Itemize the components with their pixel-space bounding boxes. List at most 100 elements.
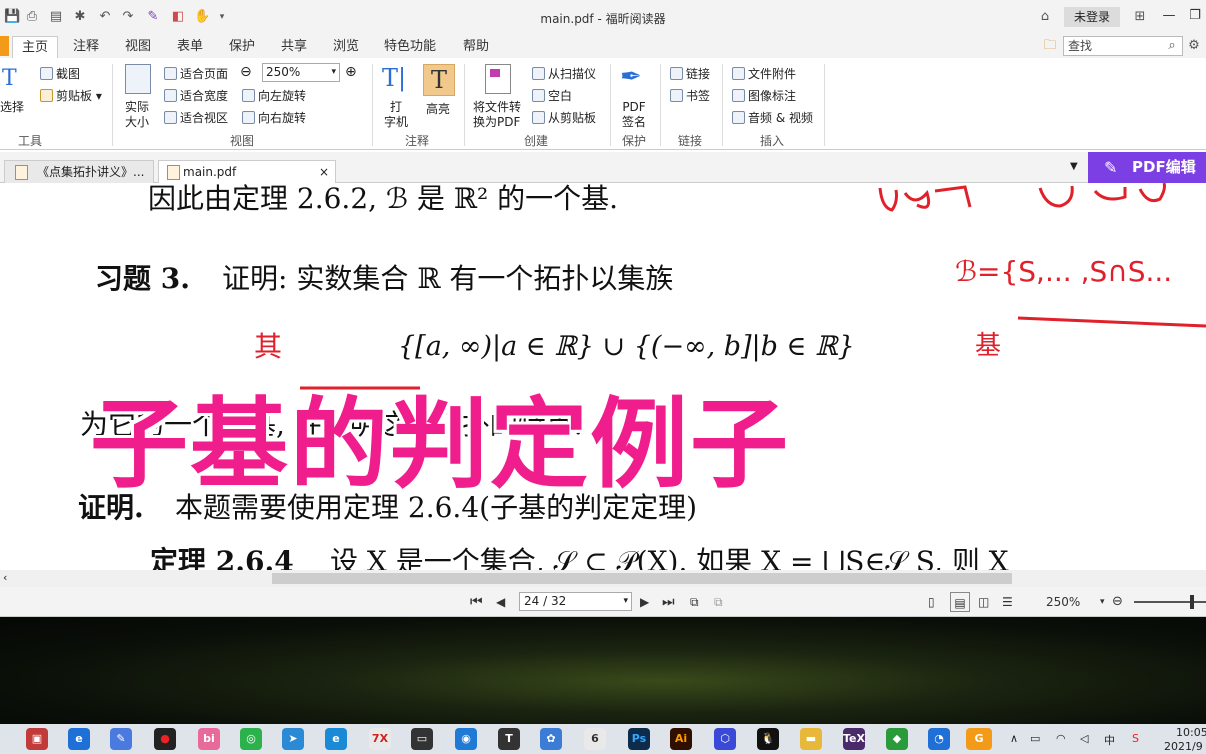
- geogebra-app-icon[interactable]: ⬡: [714, 728, 736, 750]
- login-button[interactable]: 未登录: [1064, 7, 1120, 27]
- single-page-icon[interactable]: ▯: [928, 592, 935, 612]
- app-6-icon[interactable]: 6: [584, 728, 606, 750]
- explorer-app-icon[interactable]: ▬: [800, 728, 822, 750]
- status-zoom-value[interactable]: 250%: [1046, 592, 1080, 612]
- attachment-button[interactable]: 文件附件: [732, 65, 796, 82]
- layout-icon[interactable]: ⊞: [1132, 9, 1148, 25]
- menu-protect[interactable]: 保护: [229, 36, 255, 58]
- image-note-button[interactable]: 图像标注: [732, 87, 796, 104]
- wifi-icon[interactable]: ◠: [1056, 732, 1066, 745]
- shirt-icon[interactable]: ⌂: [1037, 9, 1053, 25]
- foxit-app-icon[interactable]: G: [966, 728, 992, 750]
- actual-size-button[interactable]: 实际 大小: [125, 100, 149, 130]
- menu-form[interactable]: 表单: [177, 36, 203, 58]
- pdf-page[interactable]: 因此由定理 2.6.2, ℬ 是 ℝ² 的一个基. 习题 3. 证明: 实数集合…: [0, 183, 1206, 570]
- search-icon[interactable]: ⌕: [1164, 38, 1180, 54]
- select-button[interactable]: 选择: [0, 98, 24, 115]
- zoom-chevron-down-icon[interactable]: ▾: [1100, 592, 1105, 612]
- puzzle-app-icon[interactable]: ✿: [540, 728, 562, 750]
- highlight-button[interactable]: 高亮: [426, 100, 450, 117]
- tray-expand-icon[interactable]: ∧: [1010, 732, 1018, 745]
- typewriter-button[interactable]: 打字机: [384, 100, 408, 130]
- screenshot-button[interactable]: 截图: [40, 65, 80, 82]
- bilibili-app-icon[interactable]: bi: [198, 728, 220, 750]
- shop-app-icon[interactable]: ▣: [26, 728, 48, 750]
- bookmark-button[interactable]: 书签: [670, 87, 710, 104]
- actual-size-icon: [125, 64, 151, 94]
- tab-book[interactable]: 《点集拓扑讲义》...: [4, 160, 154, 183]
- zoom-slider[interactable]: [1134, 601, 1206, 603]
- zoom-select[interactable]: 250% ▾: [262, 63, 340, 82]
- fit-page-button[interactable]: 适合页面: [164, 65, 228, 82]
- clipboard-button[interactable]: 剪贴板 ▾: [40, 87, 102, 104]
- browser-app-icon[interactable]: e: [68, 728, 90, 750]
- tab-main[interactable]: main.pdf ×: [158, 160, 336, 183]
- battery-icon[interactable]: ▭: [1030, 732, 1040, 745]
- prev-page-icon[interactable]: ◀: [496, 592, 505, 612]
- next-view-icon[interactable]: ⧉: [714, 592, 723, 612]
- 7x-app-icon[interactable]: 7X: [369, 728, 391, 750]
- tab-list-chevron-icon[interactable]: ▼: [1070, 161, 1078, 172]
- fit-width-button[interactable]: 适合宽度: [164, 87, 228, 104]
- telegram-app-icon[interactable]: ➤: [282, 728, 304, 750]
- pdf-edit-button[interactable]: ✎ PDF编辑: [1088, 152, 1206, 183]
- volume-icon[interactable]: ◁: [1080, 732, 1088, 745]
- clock-time[interactable]: 10:05: [1176, 726, 1206, 739]
- continuous-facing-icon[interactable]: ☰: [1002, 592, 1013, 612]
- close-icon[interactable]: ×: [319, 161, 329, 183]
- zoom-out-icon[interactable]: ⊖: [240, 64, 252, 80]
- prev-view-icon[interactable]: ⧉: [690, 592, 699, 612]
- facing-page-icon[interactable]: ◫: [978, 592, 989, 612]
- menu-comment[interactable]: 注释: [73, 36, 99, 58]
- pdf-sign-button[interactable]: PDF 签名: [622, 100, 646, 130]
- page-number-input[interactable]: 24 / 32 ▾: [519, 592, 632, 611]
- from-clipboard-button[interactable]: 从剪贴板: [532, 109, 596, 126]
- link-button[interactable]: 链接: [670, 65, 710, 82]
- fit-view-button[interactable]: 适合视区: [164, 109, 228, 126]
- typora-app-icon[interactable]: T: [498, 728, 520, 750]
- menu-browse[interactable]: 浏览: [333, 36, 359, 58]
- menu-share[interactable]: 共享: [281, 36, 307, 58]
- next-page-icon[interactable]: ▶: [640, 592, 649, 612]
- from-scanner-button[interactable]: 从扫描仪: [532, 65, 596, 82]
- illustrator-app-icon[interactable]: Ai: [670, 728, 692, 750]
- first-page-icon[interactable]: ⏮: [470, 592, 483, 612]
- menu-features[interactable]: 特色功能: [384, 36, 436, 58]
- edge-app-icon[interactable]: e: [325, 728, 347, 750]
- settings-icon[interactable]: ⚙: [1186, 38, 1202, 54]
- audio-video-button[interactable]: 音频 & 视频: [732, 109, 813, 126]
- convert-button[interactable]: 将文件转 换为PDF: [473, 100, 521, 130]
- rotate-left-button[interactable]: 向左旋转: [242, 87, 306, 104]
- scrollbar-thumb[interactable]: [272, 573, 1012, 584]
- continuous-page-icon[interactable]: ▤: [950, 592, 970, 612]
- maximize-button[interactable]: ❐: [1184, 6, 1206, 26]
- horizontal-scrollbar[interactable]: ‹: [0, 570, 1206, 587]
- menu-home[interactable]: 主页: [12, 36, 59, 58]
- last-page-icon[interactable]: ⏭: [662, 592, 675, 612]
- zoom-slider-handle[interactable]: [1190, 595, 1194, 609]
- zoom-in-icon[interactable]: ⊕: [345, 64, 357, 80]
- record-app-icon[interactable]: ●: [154, 728, 176, 750]
- file-menu-button[interactable]: [0, 36, 9, 56]
- quicker-app-icon[interactable]: ◉: [455, 728, 477, 750]
- qq-app-icon[interactable]: 🐧: [757, 728, 779, 750]
- rotate-right-button[interactable]: 向右旋转: [242, 109, 306, 126]
- wechat-app-icon[interactable]: ◎: [240, 728, 262, 750]
- minimize-button[interactable]: —: [1158, 6, 1180, 26]
- blank-button[interactable]: 空白: [532, 87, 572, 104]
- bookmark-label: 书签: [686, 89, 711, 103]
- scroll-left-icon[interactable]: ‹: [3, 571, 7, 584]
- mathtype-app-icon[interactable]: ◆: [886, 728, 908, 750]
- paint-app-icon[interactable]: ✎: [110, 728, 132, 750]
- tex-app-icon[interactable]: TeX: [843, 728, 865, 750]
- ime-indicator[interactable]: 中: [1104, 732, 1115, 748]
- search-app-icon[interactable]: ◔: [928, 728, 950, 750]
- sogou-icon[interactable]: S: [1132, 732, 1139, 745]
- zoom-out-icon[interactable]: ⊖: [1112, 592, 1123, 612]
- folder-search-icon: 🗀: [1043, 38, 1057, 53]
- monitor-app-icon[interactable]: ▭: [411, 728, 433, 750]
- menu-view[interactable]: 视图: [125, 36, 151, 58]
- photoshop-app-icon[interactable]: Ps: [628, 728, 650, 750]
- clock-date[interactable]: 2021/9: [1164, 740, 1203, 753]
- menu-help[interactable]: 帮助: [463, 36, 489, 58]
